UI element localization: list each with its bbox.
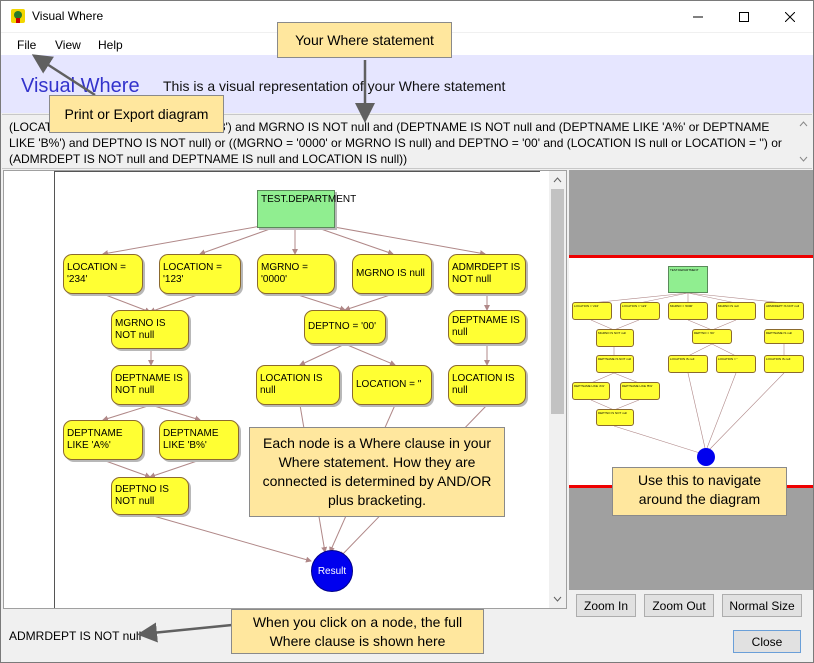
where-scrollbar[interactable] bbox=[795, 115, 812, 168]
callout-print-export: Print or Export diagram bbox=[49, 95, 224, 133]
selected-clause-text: ADMRDEPT IS NOT null bbox=[9, 629, 142, 643]
node-deptname-like-a[interactable]: DEPTNAME LIKE 'A%' bbox=[63, 420, 143, 460]
overview-result-node bbox=[697, 448, 715, 466]
overview-node: DEPTNAME LIKE 'B%' bbox=[620, 382, 660, 400]
overview-node: LOCATION IS null bbox=[764, 355, 804, 373]
overview-node: DEPTNAME IS null bbox=[764, 329, 804, 344]
callout-navigate: Use this to navigate around the diagram bbox=[612, 467, 787, 516]
menu-help[interactable]: Help bbox=[98, 38, 123, 52]
node-mgrno-not-null[interactable]: MGRNO IS NOT null bbox=[111, 310, 189, 349]
node-location-is-null[interactable]: LOCATION IS null bbox=[256, 365, 340, 405]
overview-node: LOCATION = '123' bbox=[620, 302, 660, 320]
menu-view[interactable]: View bbox=[55, 38, 81, 52]
node-location-empty[interactable]: LOCATION = '' bbox=[352, 365, 432, 405]
overview-node: DEPTNAME IS NOT null bbox=[596, 355, 634, 373]
window-title: Visual Where bbox=[32, 9, 104, 23]
overview-node: MGRNO IS NOT null bbox=[596, 329, 634, 347]
result-node[interactable]: Result bbox=[311, 550, 353, 592]
overview-node: LOCATION = '' bbox=[716, 355, 756, 373]
node-deptno-00[interactable]: DEPTNO = '00' bbox=[304, 310, 386, 344]
node-deptname-is-null[interactable]: DEPTNAME IS null bbox=[448, 310, 526, 344]
diagram-pane[interactable]: TEST.DEPARTMENT LOCATION = '234' LOCATIO… bbox=[3, 170, 567, 609]
app-icon bbox=[11, 9, 25, 23]
callout-node-explanation: Each node is a Where clause in your Wher… bbox=[249, 427, 505, 517]
callout-where-statement: Your Where statement bbox=[277, 22, 452, 58]
diagram-scrollbar[interactable] bbox=[549, 171, 566, 608]
node-deptname-like-b[interactable]: DEPTNAME LIKE 'B%' bbox=[159, 420, 239, 460]
node-location-123[interactable]: LOCATION = '123' bbox=[159, 254, 241, 294]
banner-subtitle: This is a visual representation of your … bbox=[163, 78, 506, 94]
overview-node: DEPTNO IS NOT null bbox=[596, 409, 634, 426]
overview-node: LOCATION IS null bbox=[668, 355, 708, 373]
scroll-up-icon bbox=[799, 121, 808, 127]
overview-root-node: TEST.DEPARTMENT bbox=[668, 266, 708, 293]
diagram-canvas: TEST.DEPARTMENT LOCATION = '234' LOCATIO… bbox=[54, 171, 540, 608]
node-location-is-null-2[interactable]: LOCATION IS null bbox=[448, 365, 526, 405]
overview-node: DEPTNO = '00' bbox=[692, 329, 732, 344]
scroll-up-icon bbox=[553, 177, 562, 183]
overview-navigator[interactable]: TEST.DEPARTMENT LOCATION = '234' LOCATIO… bbox=[569, 170, 813, 590]
normal-size-button[interactable]: Normal Size bbox=[722, 594, 802, 617]
overview-node: DEPTNAME LIKE 'A%' bbox=[572, 382, 610, 400]
menu-file[interactable]: File bbox=[17, 38, 36, 52]
scroll-down-icon bbox=[553, 596, 562, 602]
overview-node: LOCATION = '234' bbox=[572, 302, 612, 320]
node-deptno-not-null[interactable]: DEPTNO IS NOT null bbox=[111, 477, 189, 515]
zoom-out-button[interactable]: Zoom Out bbox=[644, 594, 714, 617]
scrollbar-thumb[interactable] bbox=[551, 189, 564, 414]
overview-node: ADMRDEPT IS NOT null bbox=[764, 302, 804, 320]
scroll-down-icon bbox=[799, 156, 808, 162]
overview-viewport[interactable]: TEST.DEPARTMENT LOCATION = '234' LOCATIO… bbox=[569, 255, 813, 488]
node-mgrno-0000[interactable]: MGRNO = '0000' bbox=[257, 254, 335, 294]
overview-node: MGRNO = '0000' bbox=[668, 302, 708, 320]
close-icon bbox=[785, 11, 795, 22]
root-node-table[interactable]: TEST.DEPARTMENT bbox=[257, 190, 356, 228]
minimize-icon bbox=[693, 16, 703, 17]
node-deptname-not-null[interactable]: DEPTNAME IS NOT null bbox=[111, 365, 189, 405]
zoom-in-button[interactable]: Zoom In bbox=[576, 594, 636, 617]
minimize-button[interactable] bbox=[675, 1, 721, 32]
overview-node: MGRNO IS null bbox=[716, 302, 756, 320]
maximize-icon bbox=[739, 11, 749, 22]
node-admrdept-not-null[interactable]: ADMRDEPT IS NOT null bbox=[448, 254, 526, 294]
node-mgrno-is-null[interactable]: MGRNO IS null bbox=[352, 254, 432, 294]
close-window-button[interactable] bbox=[767, 1, 813, 32]
close-button[interactable]: Close bbox=[733, 630, 801, 653]
callout-click-node: When you click on a node, the full Where… bbox=[231, 609, 484, 654]
node-location-234[interactable]: LOCATION = '234' bbox=[63, 254, 143, 294]
maximize-button[interactable] bbox=[721, 1, 767, 32]
